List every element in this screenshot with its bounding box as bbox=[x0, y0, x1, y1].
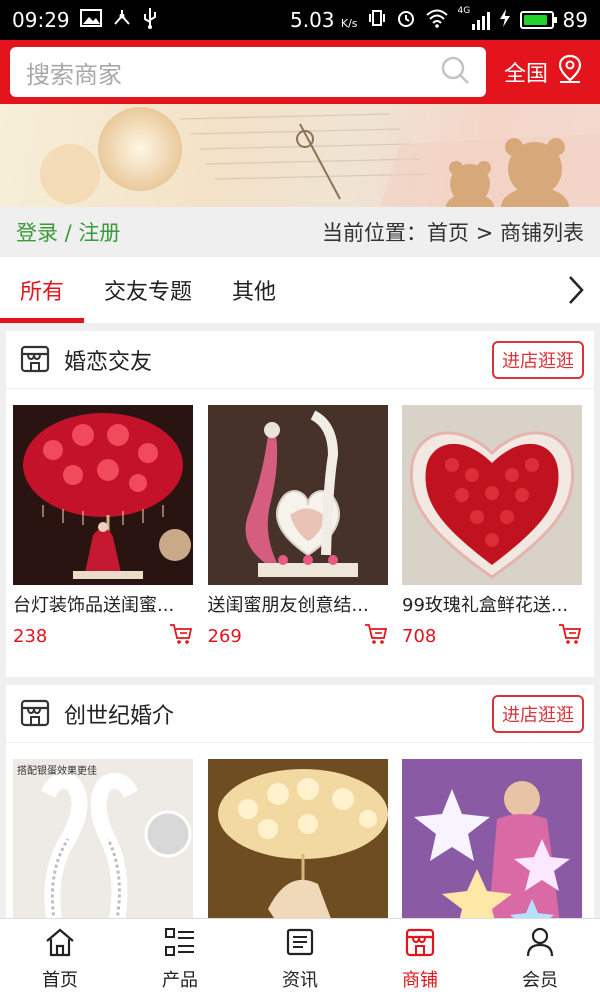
breadcrumb: 当前位置：首页 > 商铺列表 bbox=[322, 221, 584, 245]
product-title[interactable]: 99玫瑰礼盒鲜花送... bbox=[402, 591, 582, 617]
product-image[interactable] bbox=[13, 405, 193, 585]
share-icon bbox=[112, 8, 132, 33]
nav-home[interactable]: 首页 bbox=[0, 919, 120, 1000]
nav-products[interactable]: 产品 bbox=[120, 919, 240, 1000]
status-bar: 09:29 5.03 K/s 4G 89 bbox=[0, 0, 600, 40]
login-register-link[interactable]: 登录 / 注册 bbox=[16, 217, 120, 247]
nav-member[interactable]: 会员 bbox=[480, 919, 600, 1000]
product-image[interactable] bbox=[402, 759, 582, 939]
store-card: 创世纪婚介 进店逛逛 搭配银蛋效果更佳 bbox=[6, 685, 594, 939]
product-price: 238 bbox=[13, 625, 48, 647]
nav-news[interactable]: 资讯 bbox=[240, 919, 360, 1000]
cart-icon[interactable] bbox=[364, 623, 388, 649]
product-list: 台灯装饰品送闺蜜... 238 送闺蜜朋友创意结... 269 99玫瑰礼盒鲜花… bbox=[6, 389, 594, 677]
store-header: 创世纪婚介 进店逛逛 bbox=[6, 685, 594, 743]
store-header: 婚恋交友 进店逛逛 bbox=[6, 331, 594, 389]
signal-icon: 4G bbox=[458, 6, 490, 30]
search-input[interactable]: 搜索商家 bbox=[10, 47, 486, 97]
category-tabs: 所有 交友专题 其他 bbox=[0, 257, 600, 323]
battery-level: 89 bbox=[562, 8, 588, 32]
home-icon bbox=[44, 927, 76, 962]
list-icon bbox=[164, 927, 196, 962]
product-card[interactable] bbox=[207, 759, 388, 939]
product-card[interactable]: 送闺蜜朋友创意结... 269 bbox=[207, 405, 388, 677]
vibrate-icon bbox=[367, 8, 387, 33]
time: 09:29 bbox=[12, 8, 70, 32]
tab-dating-topics[interactable]: 交友专题 bbox=[84, 257, 212, 323]
wifi-icon bbox=[425, 8, 449, 33]
product-image[interactable] bbox=[207, 405, 388, 585]
visit-store-button[interactable]: 进店逛逛 bbox=[492, 340, 584, 379]
nav-label: 首页 bbox=[42, 970, 78, 991]
nav-label: 商铺 bbox=[402, 970, 438, 991]
product-image[interactable] bbox=[207, 759, 388, 939]
breadcrumb-bar: 登录 / 注册 当前位置：首页 > 商铺列表 bbox=[0, 207, 600, 257]
nav-label: 资讯 bbox=[282, 970, 318, 991]
nav-label: 会员 bbox=[522, 970, 558, 991]
product-price: 708 bbox=[402, 625, 437, 647]
battery-icon bbox=[519, 11, 557, 29]
alarm-icon bbox=[396, 8, 416, 33]
tab-all[interactable]: 所有 bbox=[0, 257, 85, 323]
nav-shops[interactable]: 商铺 bbox=[360, 919, 480, 1000]
product-card[interactable]: 搭配银蛋效果更佳 bbox=[13, 759, 193, 939]
store-card: 婚恋交友 进店逛逛 台灯装饰品送闺蜜... 238 送闺蜜朋友创意结... 26… bbox=[6, 331, 594, 677]
net-speed: 5.03 K/s bbox=[290, 8, 358, 32]
nav-label: 产品 bbox=[162, 970, 198, 991]
image-caption: 搭配银蛋效果更佳 bbox=[17, 766, 97, 777]
product-title[interactable]: 送闺蜜朋友创意结... bbox=[208, 591, 388, 617]
cart-icon[interactable] bbox=[169, 623, 193, 649]
tab-other[interactable]: 其他 bbox=[212, 257, 296, 323]
product-card[interactable] bbox=[402, 759, 582, 939]
bottom-nav: 首页 产品 资讯 商铺 会员 bbox=[0, 918, 600, 1000]
product-card[interactable]: 99玫瑰礼盒鲜花送... 708 bbox=[402, 405, 582, 677]
product-image[interactable]: 搭配银蛋效果更佳 bbox=[13, 759, 193, 939]
cart-icon[interactable] bbox=[558, 623, 582, 649]
region-selector[interactable]: 全国 bbox=[504, 54, 584, 90]
news-icon bbox=[285, 927, 315, 962]
user-icon bbox=[525, 927, 555, 962]
banner-image bbox=[40, 107, 600, 207]
visit-store-button[interactable]: 进店逛逛 bbox=[492, 694, 584, 733]
header: 搜索商家 全国 bbox=[0, 40, 600, 104]
location-pin-icon bbox=[556, 54, 584, 90]
chevron-right-icon[interactable] bbox=[566, 274, 586, 310]
store-icon bbox=[20, 343, 50, 377]
usb-icon bbox=[142, 7, 158, 34]
product-image[interactable] bbox=[402, 405, 582, 585]
store-name[interactable]: 创世纪婚介 bbox=[64, 698, 174, 730]
product-title[interactable]: 台灯装饰品送闺蜜... bbox=[13, 591, 193, 617]
product-price: 269 bbox=[207, 625, 242, 647]
product-list: 搭配银蛋效果更佳 bbox=[6, 743, 594, 939]
charging-icon bbox=[499, 8, 511, 33]
promo-banner[interactable] bbox=[0, 104, 600, 207]
search-icon[interactable] bbox=[440, 55, 470, 89]
product-card[interactable]: 台灯装饰品送闺蜜... 238 bbox=[13, 405, 193, 677]
store-icon bbox=[20, 697, 50, 731]
store-name[interactable]: 婚恋交友 bbox=[64, 344, 152, 376]
shop-icon bbox=[404, 927, 436, 962]
region-label: 全国 bbox=[504, 62, 549, 87]
image-icon bbox=[79, 8, 102, 32]
search-placeholder: 搜索商家 bbox=[26, 60, 122, 89]
